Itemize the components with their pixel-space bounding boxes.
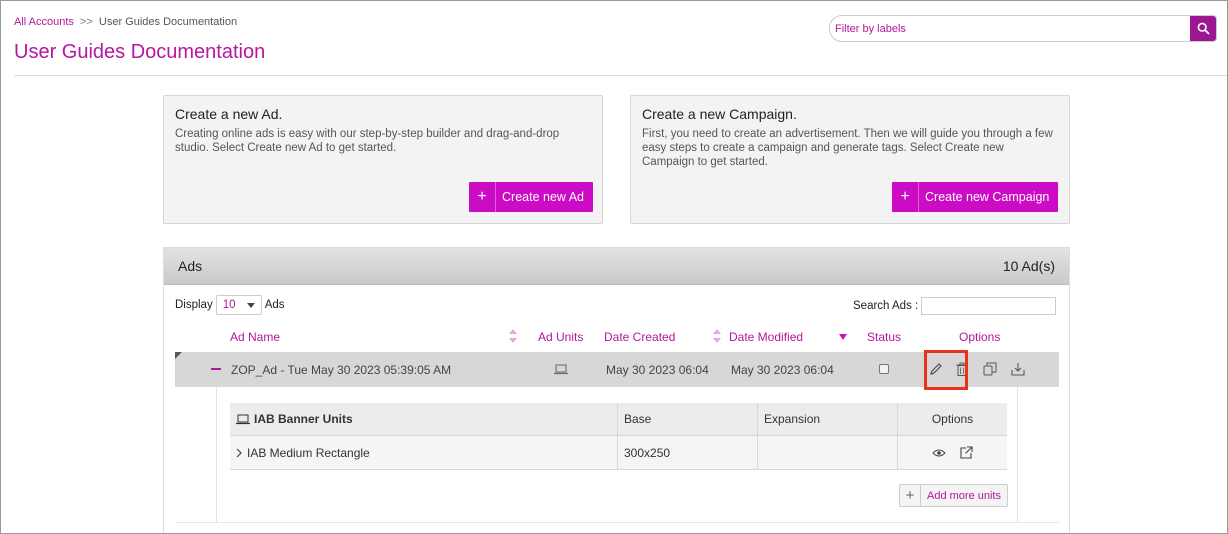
breadcrumb-current: User Guides Documentation bbox=[98, 16, 238, 28]
column-ad-units[interactable]: Ad Units bbox=[538, 330, 583, 344]
laptop-icon bbox=[554, 364, 568, 375]
ads-panel-header: Ads 10 Ad(s) bbox=[164, 248, 1069, 285]
chevron-right-icon[interactable] bbox=[236, 448, 242, 458]
ad-units-expansion: IAB Banner Units Base Expansion Options … bbox=[216, 387, 1018, 523]
unit-options bbox=[898, 436, 1007, 469]
ads-panel-title: Ads bbox=[178, 258, 203, 274]
search-ads-input[interactable] bbox=[921, 297, 1057, 315]
create-campaign-title: Create a new Campaign. bbox=[642, 106, 797, 122]
eye-icon[interactable] bbox=[932, 448, 946, 458]
breadcrumb: All Accounts >> User Guides Documentatio… bbox=[14, 16, 237, 28]
laptop-icon bbox=[236, 414, 250, 424]
create-new-ad-button[interactable]: + Create new Ad bbox=[469, 182, 593, 212]
caret-down-icon bbox=[246, 302, 255, 308]
ad-date-created: May 30 2023 06:04 bbox=[606, 363, 709, 377]
column-date-created[interactable]: Date Created bbox=[604, 330, 675, 344]
sort-icon[interactable] bbox=[509, 329, 517, 343]
sort-icon[interactable] bbox=[713, 329, 721, 343]
plus-icon: + bbox=[892, 182, 919, 212]
status-checkbox[interactable] bbox=[879, 364, 889, 374]
search-icon bbox=[1197, 22, 1210, 35]
external-link-icon[interactable] bbox=[960, 446, 973, 459]
units-header-name: IAB Banner Units bbox=[230, 403, 618, 435]
collapse-icon[interactable] bbox=[211, 368, 221, 370]
filter-by-labels bbox=[829, 15, 1217, 42]
create-ad-description: Creating online ads is easy with our ste… bbox=[175, 128, 560, 154]
plus-icon: + bbox=[900, 485, 921, 506]
row-corner-marker bbox=[175, 352, 182, 359]
breadcrumb-all-accounts[interactable]: All Accounts bbox=[14, 16, 74, 28]
header-divider bbox=[14, 75, 1227, 76]
create-campaign-card: Create a new Campaign. First, you need t… bbox=[630, 95, 1070, 224]
ads-count: 10 Ad(s) bbox=[1002, 258, 1055, 274]
plus-icon: + bbox=[469, 182, 496, 212]
create-ad-card: Create a new Ad. Creating online ads is … bbox=[163, 95, 603, 224]
column-options: Options bbox=[959, 330, 1001, 344]
filter-search-button[interactable] bbox=[1190, 16, 1216, 41]
create-campaign-description: First, you need to create an advertiseme… bbox=[642, 128, 1053, 168]
search-ads-label: Search Ads : bbox=[853, 300, 919, 312]
unit-expansion bbox=[758, 436, 898, 469]
create-ad-title: Create a new Ad. bbox=[175, 106, 283, 122]
units-header-label: IAB Banner Units bbox=[254, 412, 353, 426]
create-new-campaign-button[interactable]: + Create new Campaign bbox=[892, 182, 1059, 212]
search-ads: Search Ads : bbox=[853, 297, 1057, 315]
column-date-modified[interactable]: Date Modified bbox=[729, 330, 803, 344]
create-new-ad-label: Create new Ad bbox=[502, 190, 584, 204]
ad-row[interactable]: ZOP_Ad - Tue May 30 2023 05:39:05 AM May… bbox=[175, 350, 1059, 390]
row-divider bbox=[175, 522, 1059, 523]
display-count-select[interactable]: 10 bbox=[215, 295, 262, 315]
display-count-control: Display 10 Ads bbox=[175, 295, 285, 315]
units-table-header: IAB Banner Units Base Expansion Options bbox=[230, 403, 1007, 436]
units-table: IAB Banner Units Base Expansion Options … bbox=[230, 403, 1007, 470]
app-window: All Accounts >> User Guides Documentatio… bbox=[0, 0, 1228, 534]
ad-date-modified: May 30 2023 06:04 bbox=[731, 363, 834, 377]
ad-name[interactable]: ZOP_Ad - Tue May 30 2023 05:39:05 AM bbox=[231, 363, 451, 377]
column-status: Status bbox=[867, 330, 902, 344]
add-more-units-button[interactable]: + Add more units bbox=[899, 484, 1008, 507]
ads-panel: Ads 10 Ad(s) Display 10 Ads Search Ads :… bbox=[163, 247, 1070, 533]
create-new-campaign-label: Create new Campaign bbox=[925, 190, 1050, 204]
page-title: User Guides Documentation bbox=[14, 41, 266, 63]
display-suffix: Ads bbox=[264, 299, 285, 311]
units-header-expansion: Expansion bbox=[758, 403, 898, 435]
column-ad-name[interactable]: Ad Name bbox=[230, 330, 280, 344]
table-row[interactable]: IAB Medium Rectangle 300x250 bbox=[230, 436, 1007, 470]
units-header-base: Base bbox=[618, 403, 758, 435]
unit-base: 300x250 bbox=[618, 436, 758, 469]
highlight-box bbox=[924, 350, 968, 390]
download-icon[interactable] bbox=[1011, 362, 1025, 376]
sort-desc-icon[interactable] bbox=[839, 334, 847, 340]
breadcrumb-separator: >> bbox=[79, 16, 93, 28]
unit-name-cell: IAB Medium Rectangle bbox=[230, 436, 618, 469]
display-count-value: 10 bbox=[222, 299, 236, 311]
add-more-units-label: Add more units bbox=[927, 489, 1001, 502]
display-label: Display bbox=[175, 299, 213, 311]
unit-name: IAB Medium Rectangle bbox=[247, 445, 370, 460]
filter-input[interactable] bbox=[830, 16, 1192, 41]
units-header-options: Options bbox=[931, 412, 974, 426]
duplicate-icon[interactable] bbox=[983, 362, 997, 376]
